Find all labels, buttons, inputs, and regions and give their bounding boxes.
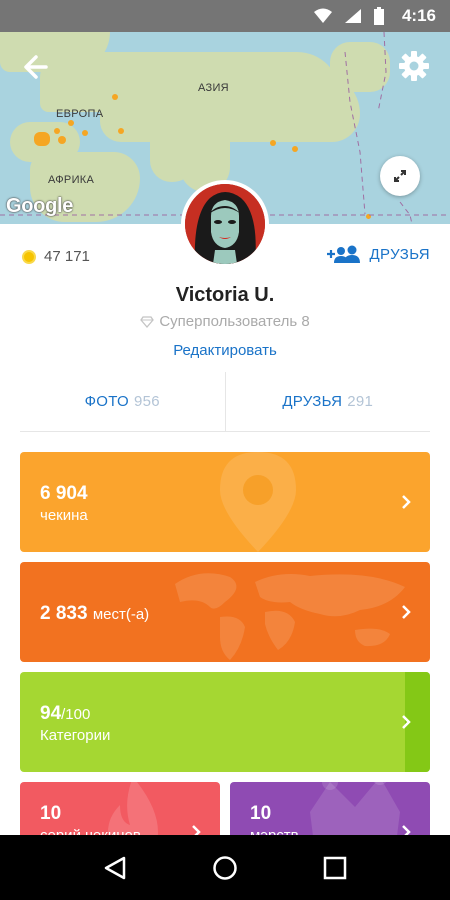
categories-value: 94/100	[40, 703, 90, 725]
location-pin-icon	[220, 452, 296, 552]
signal-icon	[344, 9, 361, 23]
checkins-value: 6 904	[40, 483, 88, 504]
diamond-icon	[140, 315, 155, 328]
avatar[interactable]	[181, 180, 269, 268]
checkins-card[interactable]: 6 904 чекина	[20, 452, 430, 552]
back-triangle-icon[interactable]	[102, 855, 128, 881]
categories-caption: Категории	[40, 727, 111, 744]
status-bar: 4:16	[0, 0, 450, 32]
expand-icon	[394, 170, 406, 182]
categories-count: 94	[40, 703, 62, 724]
user-name: Victoria U.	[175, 284, 275, 306]
chevron-right-icon	[402, 715, 411, 729]
battery-icon	[373, 7, 384, 25]
expand-map-button[interactable]	[380, 156, 420, 196]
gear-icon[interactable]	[398, 50, 430, 82]
tab-friends-count: 291	[347, 393, 374, 410]
tab-photos-count: 956	[134, 393, 160, 410]
places-value: 2 833 мест(-а)	[40, 603, 149, 625]
home-circle-icon[interactable]	[212, 855, 238, 881]
edit-profile-link[interactable]: Редактировать	[0, 342, 450, 359]
add-friends-icon	[326, 245, 360, 263]
friends-link-label: ДРУЗЬЯ	[369, 245, 430, 263]
world-map-icon	[175, 573, 405, 660]
tab-photos-label: ФОТО	[84, 393, 129, 410]
google-logo: Google	[6, 195, 74, 217]
coins-count: 47 171	[44, 248, 90, 265]
coins-balance: 47 171	[22, 248, 90, 265]
tab-friends-label: ДРУЗЬЯ	[282, 393, 343, 410]
user-rank: Суперпользователь 8	[0, 313, 450, 330]
categories-card[interactable]: 94/100 Категории	[20, 672, 430, 772]
avatar-portrait	[185, 184, 265, 264]
recents-square-icon[interactable]	[322, 855, 348, 881]
coin-icon	[22, 249, 36, 264]
checkins-caption: чекина	[40, 507, 88, 524]
places-count: 2 833	[40, 603, 88, 624]
add-friends-button[interactable]: ДРУЗЬЯ	[326, 244, 431, 264]
chevron-right-icon	[402, 495, 411, 509]
places-card[interactable]: 2 833 мест(-а)	[20, 562, 430, 662]
wifi-icon	[313, 8, 332, 23]
tab-photos[interactable]: ФОТО 956	[20, 372, 225, 431]
rank-label: Суперпользователь 8	[159, 313, 310, 330]
clock: 4:16	[401, 6, 436, 25]
system-nav-bar	[0, 835, 450, 900]
profile-tabs: ФОТО 956 ДРУЗЬЯ 291	[20, 372, 430, 432]
tab-friends[interactable]: ДРУЗЬЯ 291	[224, 372, 431, 431]
chevron-right-icon	[402, 605, 411, 619]
categories-total: /100	[61, 706, 91, 723]
mayors-value: 10	[250, 803, 272, 824]
streaks-value: 10	[40, 803, 62, 824]
back-arrow-icon[interactable]	[20, 52, 50, 82]
places-unit: мест(-а)	[92, 606, 150, 623]
